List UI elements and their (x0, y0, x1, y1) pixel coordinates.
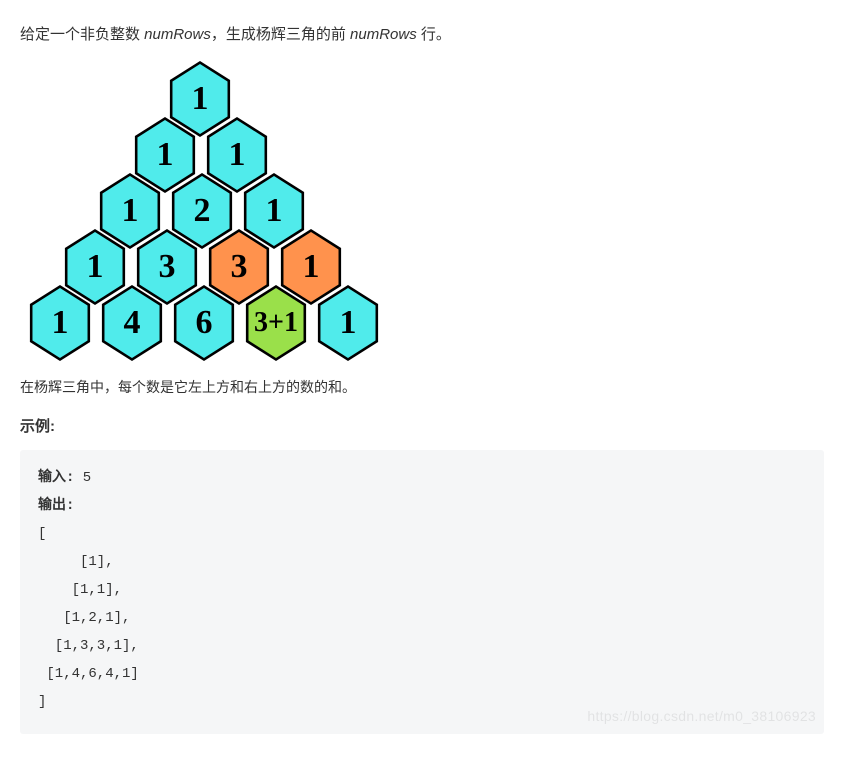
example-heading: 示例: (20, 415, 824, 436)
hex-value: 1 (168, 64, 232, 134)
desc-var-1: numRows (144, 26, 211, 43)
hex-value: 1 (133, 120, 197, 190)
desc-pre: 给定一个非负整数 (20, 26, 144, 43)
pascal-triangle-figure: 11112113311463+11 (20, 61, 824, 361)
hex-value: 1 (279, 232, 343, 302)
hex-value: 3+1 (244, 288, 308, 358)
hex-value: 1 (63, 232, 127, 302)
hex-value: 1 (98, 176, 162, 246)
hex-value: 6 (172, 288, 236, 358)
output-body: [ [1], [1,1], [1,2,1], [1,3,3,1], [1,4,6… (38, 526, 139, 710)
hex-value: 4 (100, 288, 164, 358)
output-label: 输出: (38, 498, 74, 514)
hex-value: 1 (205, 120, 269, 190)
triangle-row: 1463+11 (24, 295, 820, 351)
triangle-row: 121 (24, 183, 820, 239)
hex-value: 1 (28, 288, 92, 358)
input-label: 输入: (38, 470, 74, 486)
desc-var-2: numRows (350, 26, 417, 43)
triangle-row: 1 (24, 71, 820, 127)
watermark: https://blog.csdn.net/m0_38106923 (587, 702, 816, 730)
hex-value: 3 (207, 232, 271, 302)
problem-description: 给定一个非负整数 numRows，生成杨辉三角的前 numRows 行。 (20, 23, 824, 47)
desc-post: 行。 (417, 26, 451, 43)
hex-value: 3 (135, 232, 199, 302)
desc-mid: ，生成杨辉三角的前 (211, 26, 350, 43)
triangle-note: 在杨辉三角中，每个数是它左上方和右上方的数的和。 (20, 377, 824, 397)
triangle-row: 11 (24, 127, 820, 183)
example-code-block: 输入: 5 输出: [ [1], [1,1], [1,2,1], [1,3,3,… (20, 450, 824, 734)
hex-value: 1 (242, 176, 306, 246)
hex-value: 2 (170, 176, 234, 246)
triangle-row: 1331 (24, 239, 820, 295)
input-value: 5 (74, 470, 91, 486)
hex-value: 1 (316, 288, 380, 358)
